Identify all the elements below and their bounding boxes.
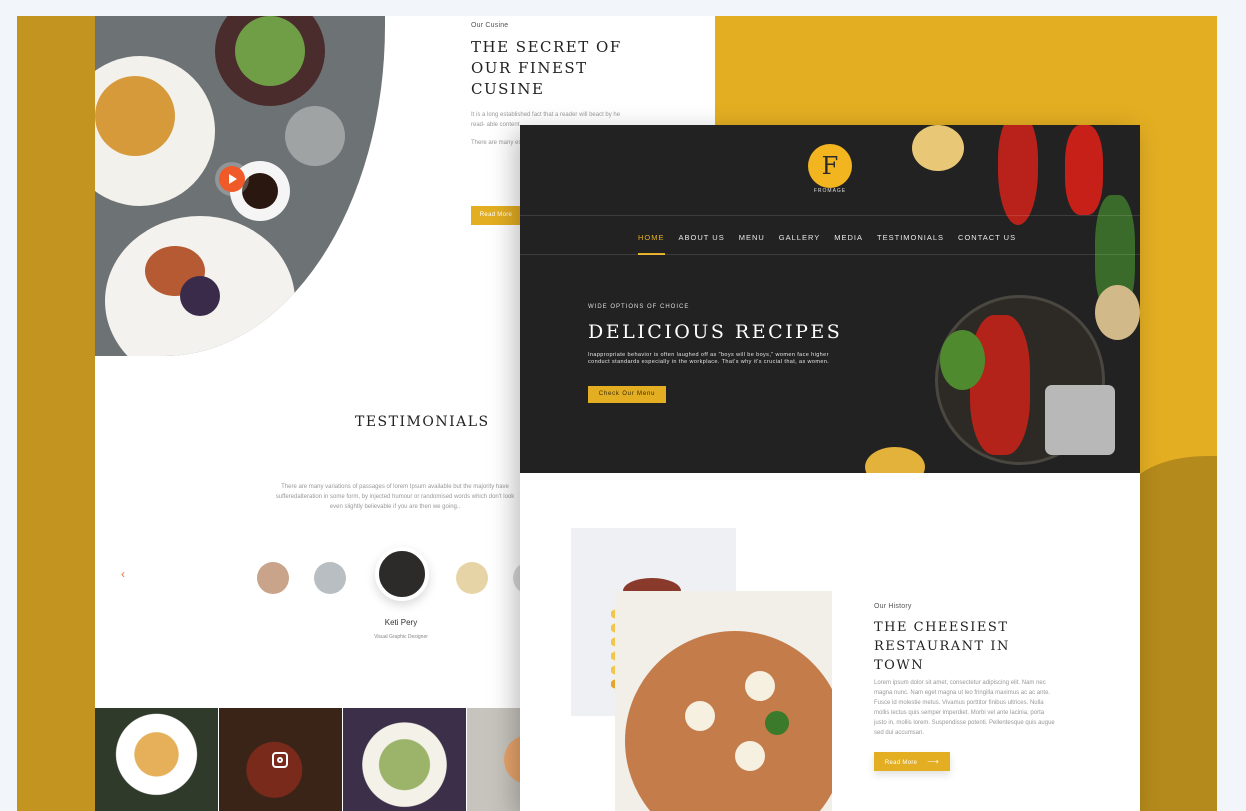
hero-title: Delicious Recipes xyxy=(588,321,843,343)
history-read-more-button[interactable]: Read More ⟶ xyxy=(874,752,950,771)
lettuce-decoration xyxy=(940,330,985,390)
avatar-selected[interactable] xyxy=(375,547,429,601)
waffles xyxy=(95,76,175,156)
history-title: The Cheesiest Restaurant in Town xyxy=(874,620,1010,673)
mushroom-decoration xyxy=(1095,285,1140,340)
nav-item-menu[interactable]: MENU xyxy=(739,233,765,242)
testimonials-text: There are many variations of passages of… xyxy=(275,484,515,510)
background-shade-left xyxy=(17,16,95,811)
front-page-mockup: F FROMAGE HOME ABOUT US MENU GALLERY MED… xyxy=(520,125,1140,811)
cuisine-read-more-button[interactable]: Read More xyxy=(471,206,521,225)
testimonial-person-role: Visual Graphic Designer xyxy=(374,634,428,640)
red-pepper-decoration xyxy=(970,315,1030,455)
fromage-logo[interactable]: F xyxy=(808,144,852,188)
gallery-image-salad[interactable] xyxy=(343,708,466,811)
nav-item-home[interactable]: HOME xyxy=(638,233,665,255)
cuisine-paragraph-2: There are many est (pacsable bu alterati… xyxy=(471,140,527,146)
cuisine-title: The Secret of Our Finest Cusine xyxy=(471,38,622,98)
chili-decoration xyxy=(998,125,1038,225)
nav-divider-bottom xyxy=(520,254,1140,255)
bowl-decoration xyxy=(865,447,925,473)
pizza xyxy=(625,631,832,811)
testimonial-person-name: Keti Pery xyxy=(384,618,418,627)
avatar[interactable] xyxy=(314,562,346,594)
chevron-left-icon[interactable]: ‹ xyxy=(121,567,125,581)
egg-topping xyxy=(685,701,715,731)
cuisine-image xyxy=(95,16,385,356)
nav-item-testimonials[interactable]: TESTIMONIALS xyxy=(877,233,944,242)
testimonials-title: Testimonials xyxy=(355,414,490,430)
nav-divider-top xyxy=(520,215,1140,216)
avatar[interactable] xyxy=(257,562,289,594)
coffee xyxy=(242,173,278,209)
gallery-image-burger[interactable] xyxy=(95,708,218,811)
history-text: Lorem ipsum dolor sit amet, consectetur … xyxy=(874,680,1055,736)
corn-decoration xyxy=(912,125,964,171)
history-section: Our History The Cheesiest Restaurant in … xyxy=(874,603,1064,738)
instagram-icon[interactable] xyxy=(272,752,288,768)
hero-kicker: WIDE OPTIONS OF CHOICE xyxy=(588,304,690,310)
egg-topping xyxy=(745,671,775,701)
nav-item-about-us[interactable]: ABOUT US xyxy=(679,233,725,242)
berries-bowl xyxy=(180,276,220,316)
play-video-button[interactable] xyxy=(219,166,245,192)
gallery-image-steak[interactable] xyxy=(219,708,342,811)
peas-topping xyxy=(765,711,789,735)
check-menu-button[interactable]: Check Our Menu xyxy=(588,386,666,403)
arrow-right-icon: ⟶ xyxy=(927,757,940,766)
nav-item-gallery[interactable]: GALLERY xyxy=(779,233,820,242)
main-nav: HOME ABOUT US MENU GALLERY MEDIA TESTIMO… xyxy=(638,233,1030,255)
pizza-image xyxy=(615,591,832,811)
hero-text: Inappropriate behavior is often laughed … xyxy=(588,352,830,365)
background-shade-right xyxy=(1127,456,1217,811)
pepper-decoration xyxy=(1065,125,1103,215)
history-kicker: Our History xyxy=(874,603,912,610)
hero-banner: F FROMAGE HOME ABOUT US MENU GALLERY MED… xyxy=(520,125,1140,473)
salad xyxy=(235,16,305,86)
history-read-more-label: Read More xyxy=(884,760,918,766)
egg-topping xyxy=(735,741,765,771)
water-glass xyxy=(285,106,345,166)
cuisine-kicker: Our Cusine xyxy=(471,22,509,29)
avatar[interactable] xyxy=(456,562,488,594)
logo-name: FROMAGE xyxy=(813,188,847,194)
nav-item-media[interactable]: MEDIA xyxy=(834,233,863,242)
nav-item-contact-us[interactable]: CONTACT US xyxy=(958,233,1016,242)
knife-decoration xyxy=(1045,385,1115,455)
